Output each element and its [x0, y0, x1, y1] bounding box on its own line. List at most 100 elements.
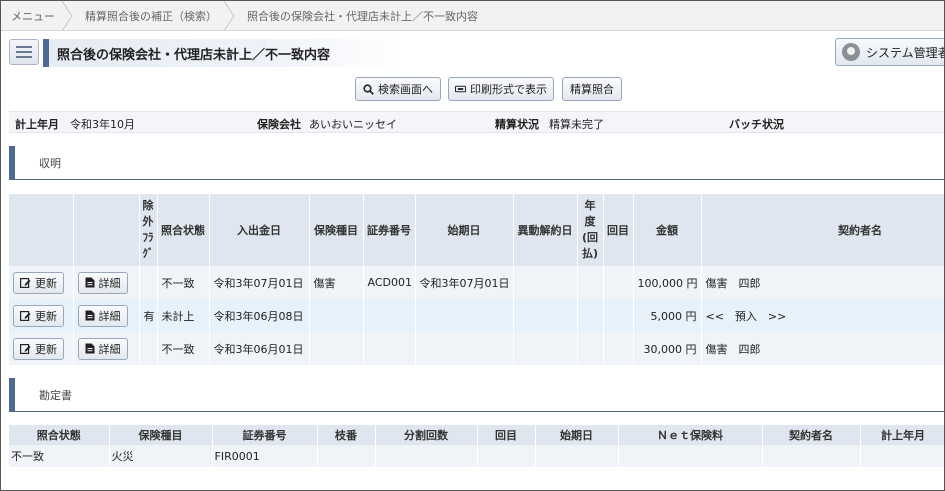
- print-view-button[interactable]: 印刷形式で表示: [448, 77, 554, 101]
- table-row: 更新 詳細 不一致 令和3年06月01日 30,000 円 傷害 四郎: [9, 332, 944, 365]
- column-header: [9, 194, 74, 266]
- search-screen-button[interactable]: 検索画面へ: [355, 77, 441, 101]
- detail-button[interactable]: 詳細: [77, 304, 128, 327]
- edit-icon: [20, 278, 31, 288]
- header-line: 外: [142, 215, 154, 228]
- search-icon: [363, 83, 374, 95]
- menu-line: [16, 46, 32, 48]
- hamburger-menu-button[interactable]: [9, 39, 39, 65]
- header-line: 年: [584, 199, 596, 212]
- column-header: 契約者名: [762, 425, 861, 445]
- section-title: 勘定書: [39, 388, 72, 402]
- column-header: 始期日: [415, 194, 514, 266]
- edit-icon: [20, 344, 31, 354]
- user-menu-button[interactable]: システム管理者: [835, 38, 945, 66]
- column-header: 金額: [633, 194, 702, 266]
- amount-cell: 5,000 円: [633, 299, 702, 332]
- policy-cell: FIR0001: [212, 445, 318, 467]
- column-header: 証券番号: [363, 194, 416, 266]
- split-cell: [375, 445, 478, 467]
- start-cell: [535, 445, 619, 467]
- print-icon: [455, 85, 466, 93]
- app-window: メニュー 精算照合後の補正（検索） 照合後の保険会社・代理店未計上／不一致内容 …: [0, 0, 945, 491]
- insurer-label: 保険会社: [257, 118, 301, 131]
- breadcrumb-label: 精算照合後の補正（検索）: [85, 9, 217, 23]
- breadcrumb-item-search[interactable]: 精算照合後の補正（検索）: [67, 1, 235, 31]
- period-value: 令和3年10月: [70, 118, 135, 131]
- status-cell: 未計上: [157, 299, 210, 332]
- breadcrumb-separator-icon: [61, 1, 73, 31]
- print-view-label: 印刷形式で表示: [470, 83, 547, 96]
- update-label: 更新: [35, 309, 57, 323]
- exclude-cell: [139, 332, 158, 365]
- table-row: 更新 詳細 不一致 令和3年07月01日 傷害 ACD001 令和3年07月01…: [9, 266, 944, 299]
- type-cell: 傷害: [309, 266, 364, 299]
- page-title: 照合後の保険会社・代理店未計上／不一致内容: [43, 39, 403, 67]
- user-label: システム管理者: [866, 45, 945, 60]
- name-cell: << 預入 >>: [701, 299, 944, 332]
- date-cell: 令和3年06月08日: [209, 299, 310, 332]
- type-cell: [309, 332, 364, 365]
- receipt-table: 除 外 ﾌﾗ ｸﾞ 照合状態 入出金日 保険種目 証券番号 始期日 異動解約日 …: [9, 194, 944, 365]
- year-cell: [577, 266, 604, 299]
- detail-button[interactable]: 詳細: [77, 271, 128, 294]
- column-header: 証券番号: [212, 425, 318, 445]
- section-header-receipt: 収明: [9, 146, 944, 180]
- header-line: 度: [584, 215, 596, 228]
- times-cell: [477, 445, 536, 467]
- breadcrumb-item-current: 照合後の保険会社・代理店未計上／不一致内容: [229, 1, 490, 30]
- status-cell: 不一致: [157, 332, 210, 365]
- detail-label: 詳細: [98, 342, 121, 356]
- settlement-match-button[interactable]: 精算照合: [562, 77, 622, 101]
- update-button[interactable]: 更新: [13, 304, 64, 327]
- update-button[interactable]: 更新: [13, 271, 64, 294]
- update-cell: 更新: [9, 299, 74, 332]
- account-table: 照合状態 保険種目 証券番号 枝番 分割回数 回目 始期日 Ｎｅｔ保険料 契約者…: [9, 425, 944, 467]
- column-header: 異動解約日: [513, 194, 578, 266]
- change-cell: [513, 299, 578, 332]
- update-cell: 更新: [9, 266, 74, 299]
- column-header: 保険種目: [109, 425, 213, 445]
- update-label: 更新: [35, 276, 57, 290]
- status-value: 精算未完了: [549, 118, 604, 131]
- breadcrumb-item-menu[interactable]: メニュー: [1, 1, 73, 31]
- name-cell: 傷害 四郎: [701, 332, 944, 365]
- net-premium-cell: [618, 445, 763, 467]
- period-label: 計上年月: [15, 118, 59, 131]
- breadcrumb-label: メニュー: [11, 9, 55, 23]
- detail-button[interactable]: 詳細: [77, 337, 128, 360]
- start-cell: [415, 332, 514, 365]
- update-button[interactable]: 更新: [13, 337, 64, 360]
- update-cell: 更新: [9, 332, 74, 365]
- status-label: 精算状況: [495, 118, 539, 131]
- column-header-year: 年 度 (回 払): [577, 194, 604, 266]
- breadcrumb-label: 照合後の保険会社・代理店未計上／不一致内容: [247, 9, 478, 23]
- year-cell: [577, 299, 604, 332]
- document-icon: [85, 277, 94, 288]
- type-cell: 火災: [109, 445, 213, 467]
- document-icon: [85, 343, 94, 354]
- times-cell: [603, 266, 634, 299]
- detail-label: 詳細: [98, 276, 121, 290]
- settlement-match-label: 精算照合: [570, 83, 614, 96]
- date-cell: 令和3年06月01日: [209, 332, 310, 365]
- detail-label: 詳細: [98, 309, 121, 323]
- column-header: 計上年月: [860, 425, 944, 445]
- summary-info-row: 計上年月 令和3年10月 保険会社 あいおいニッセイ 精算状況 精算未完了 バッ…: [9, 111, 944, 133]
- document-icon: [85, 310, 94, 321]
- menu-line: [16, 56, 32, 58]
- detail-cell: 詳細: [73, 266, 140, 299]
- table-header-row: 除 外 ﾌﾗ ｸﾞ 照合状態 入出金日 保険種目 証券番号 始期日 異動解約日 …: [9, 194, 944, 266]
- section-title: 収明: [39, 156, 61, 170]
- name-cell: 傷害 四郎: [701, 266, 944, 299]
- times-cell: [603, 332, 634, 365]
- search-screen-label: 検索画面へ: [378, 83, 433, 96]
- date-cell: 令和3年07月01日: [209, 266, 310, 299]
- detail-cell: 詳細: [73, 299, 140, 332]
- header-line: ｸﾞ: [142, 247, 154, 260]
- period-cell: [860, 445, 944, 467]
- insurer-value: あいおいニッセイ: [309, 118, 397, 131]
- column-header: 照合状態: [157, 194, 210, 266]
- column-header: 入出金日: [209, 194, 310, 266]
- policy-cell: [363, 332, 416, 365]
